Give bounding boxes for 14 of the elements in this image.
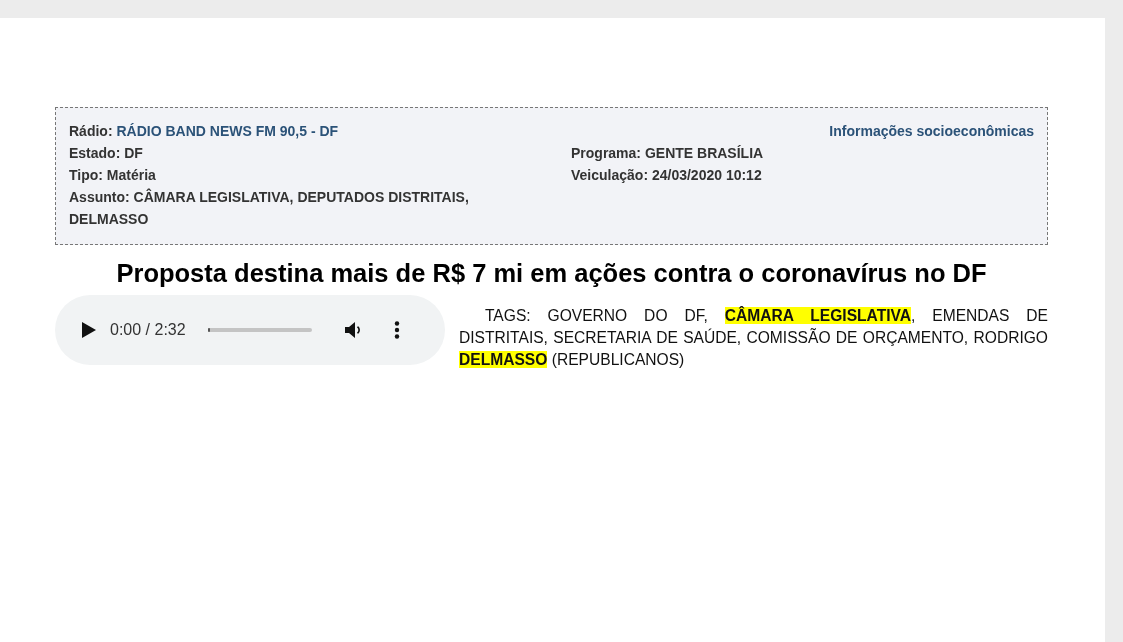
more-icon[interactable]	[393, 321, 400, 339]
info-field: Tipo: Matéria	[69, 164, 531, 186]
info-field: Estado: DF	[69, 142, 531, 164]
tags-text: TAGS: GOVERNO DO DF, CÂMARA LEGISLATIVA, EMENDAS DE DISTRITAIS, SECRETARIA DE SAÚDE, COMISSÃO DE ORÇAMENTO, RODRIGO DELMASSO (REPUBLICANOS)	[459, 305, 1048, 370]
socioeconomic-link[interactable]: Informações socioeconômicas	[829, 120, 1034, 142]
info-field: Assunto: CÂMARA LEGISLATIVA, DEPUTADOS DISTRITAIS, DELMASSO	[69, 186, 531, 230]
progress-track[interactable]	[207, 328, 312, 332]
time-label: 0:00 / 2:32	[110, 320, 186, 340]
play-icon[interactable]	[82, 322, 96, 338]
info-field: Veiculação: 24/03/2020 10:12	[571, 164, 1034, 186]
info-field: Programa: GENTE BRASÍLIA	[571, 142, 1034, 164]
field-label: Rádio:	[69, 123, 113, 139]
headline: Proposta destina mais de R$ 7 mi em ações contra o coronavírus no DF	[115, 258, 988, 289]
field-link[interactable]: RÁDIO BAND NEWS FM 90,5 - DF	[116, 123, 339, 139]
